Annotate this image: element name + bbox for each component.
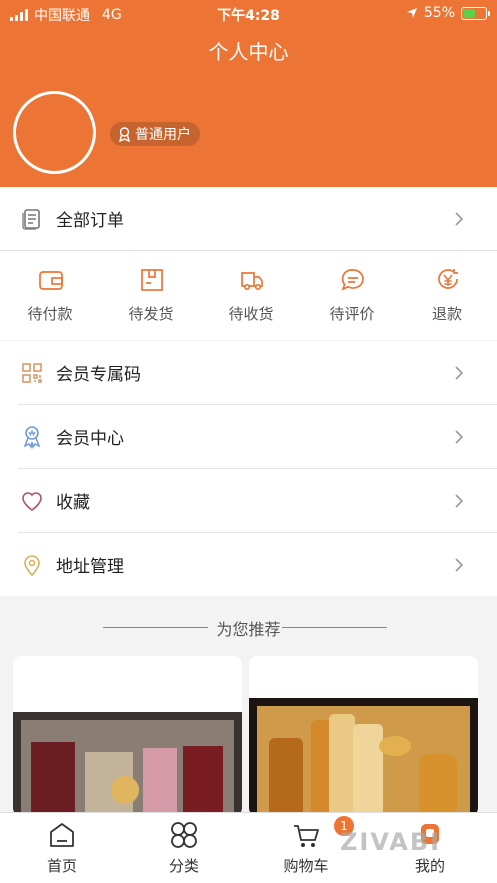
tab-label: 购物车	[283, 857, 329, 875]
order-status-label: 待评价	[329, 305, 375, 323]
chevron-right-icon	[455, 557, 464, 572]
page-title: 个人中心	[208, 40, 289, 64]
ribbon-icon	[119, 126, 130, 142]
location-pin-icon	[24, 554, 40, 576]
battery-percent: 55%	[423, 5, 455, 21]
category-icon	[171, 822, 197, 848]
menu-list: 会员专属码 会员中心 收藏 地址管理	[0, 341, 497, 596]
truck-icon	[241, 272, 263, 291]
document-icon	[22, 208, 40, 230]
heart-icon	[22, 491, 42, 511]
status-bar: 中国联通 4G 下午4:28 55%	[0, 0, 497, 26]
order-status-label: 退款	[431, 305, 462, 323]
all-orders-label: 全部订单	[56, 211, 124, 231]
order-status-label: 待收货	[228, 305, 274, 323]
order-status-bar: 待付款 待发货 待收货 待评价 退款	[0, 251, 497, 340]
chevron-right-icon	[455, 493, 464, 508]
qr-code-icon	[22, 362, 42, 383]
tab-category[interactable]: 分类	[122, 813, 246, 883]
tab-home[interactable]: 首页	[0, 813, 124, 883]
product-image	[13, 712, 242, 816]
cart-icon	[294, 825, 319, 847]
package-icon	[141, 269, 163, 291]
comment-icon	[341, 269, 364, 291]
battery-icon	[461, 6, 490, 20]
location-arrow-icon	[406, 8, 417, 18]
menu-item-address[interactable]: 地址管理	[0, 533, 497, 596]
menu-item-member-center[interactable]: 会员中心	[0, 405, 497, 468]
menu-label: 会员专属码	[56, 365, 141, 385]
menu-item-favorites[interactable]: 收藏	[0, 469, 497, 532]
user-level-label: 普通用户	[135, 127, 191, 143]
menu-label: 会员中心	[56, 429, 124, 449]
order-refund[interactable]: 退款	[397, 251, 497, 340]
refund-icon	[438, 269, 458, 289]
recommend-title: 为您推荐	[216, 620, 281, 639]
home-icon	[50, 823, 74, 847]
wallet-icon	[39, 271, 63, 290]
profile-header: 中国联通 4G 下午4:28 55% 个人中心 普通用户	[0, 0, 497, 187]
order-to-receive[interactable]: 待收货	[201, 251, 301, 340]
watermark: ZIVABI	[340, 828, 442, 856]
menu-label: 收藏	[56, 493, 90, 513]
vip-medal-icon	[23, 425, 41, 449]
user-level-badge: 普通用户	[110, 122, 200, 146]
menu-item-member-code[interactable]: 会员专属码	[0, 341, 497, 404]
all-orders-row[interactable]: 全部订单	[0, 187, 497, 250]
chevron-right-icon	[455, 429, 464, 444]
avatar[interactable]	[13, 91, 96, 174]
order-status-label: 待发货	[128, 305, 174, 323]
chevron-right-icon	[455, 211, 464, 226]
product-card[interactable]	[249, 656, 478, 816]
product-card[interactable]	[13, 656, 242, 816]
tab-label: 分类	[168, 857, 199, 875]
tab-label: 我的	[414, 857, 445, 875]
menu-label: 地址管理	[56, 557, 124, 577]
order-to-review[interactable]: 待评价	[302, 251, 402, 340]
order-pending-payment[interactable]: 待付款	[0, 251, 100, 340]
order-to-ship[interactable]: 待发货	[101, 251, 201, 340]
divider-line	[282, 627, 387, 628]
chevron-right-icon	[455, 365, 464, 380]
order-status-label: 待付款	[27, 305, 73, 323]
product-image	[249, 698, 478, 816]
tab-label: 首页	[46, 857, 77, 875]
